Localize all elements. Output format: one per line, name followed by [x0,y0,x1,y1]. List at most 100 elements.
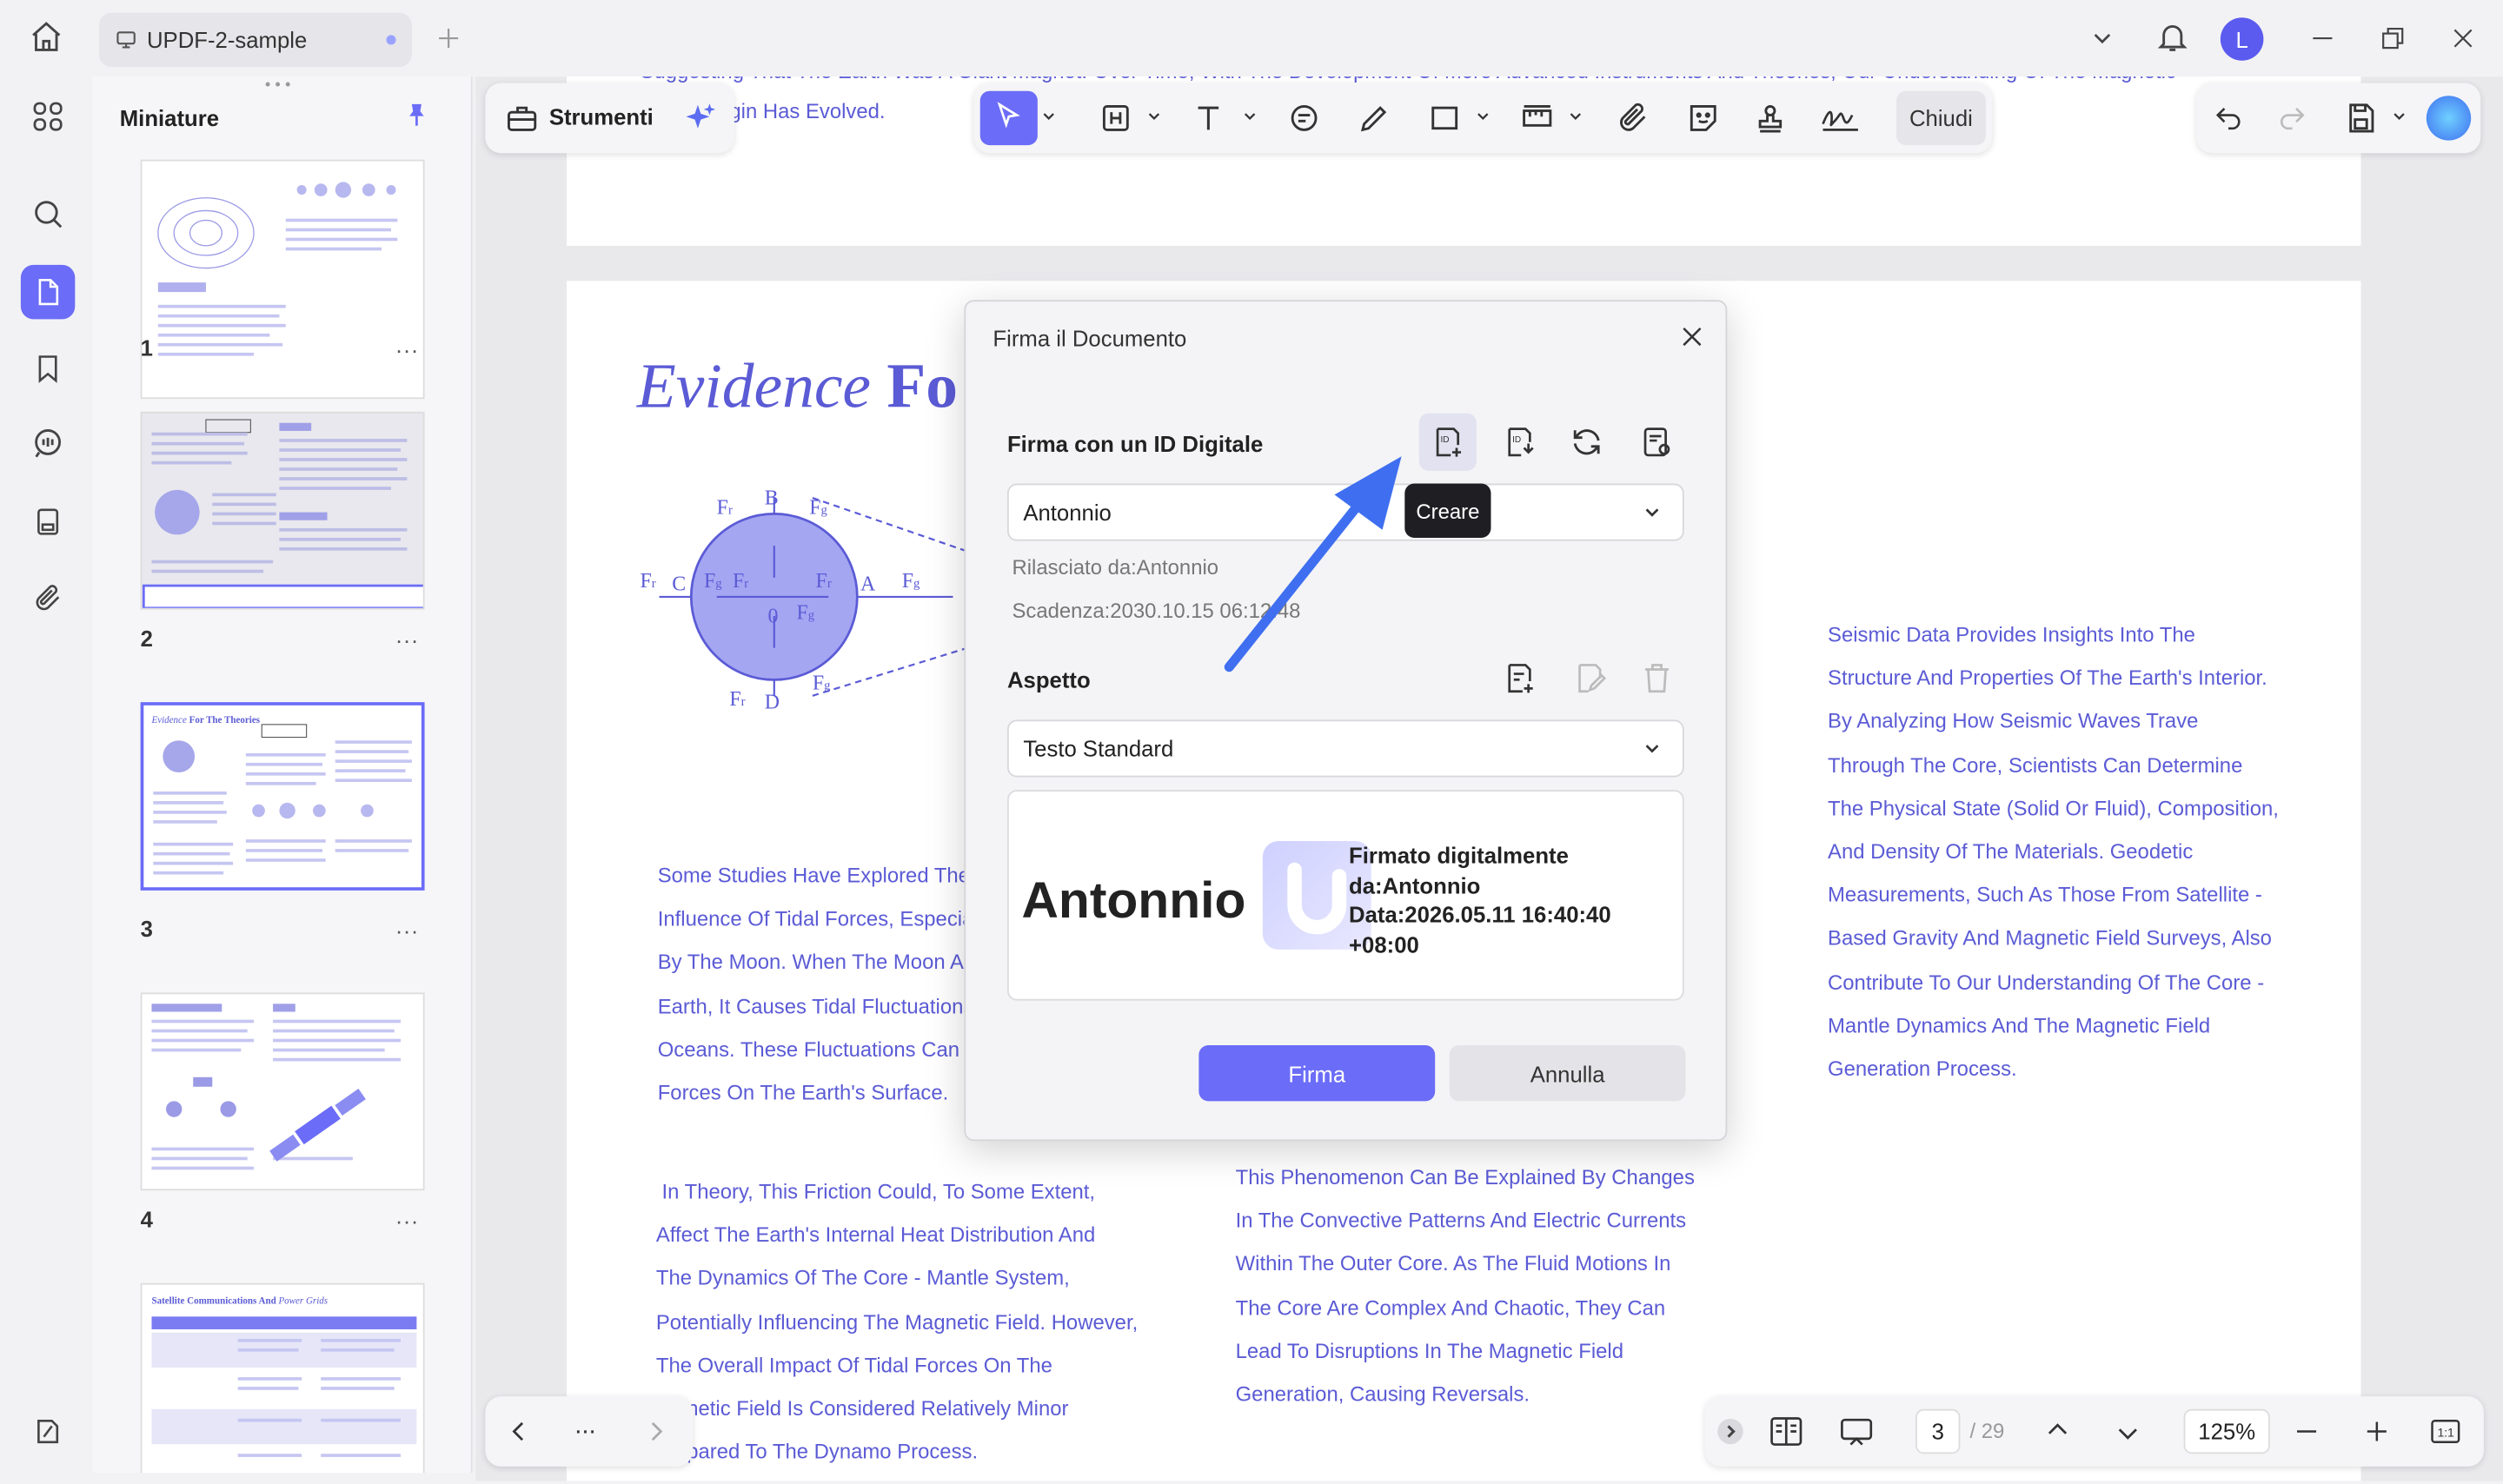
stamp-icon[interactable] [1753,101,1788,136]
save-icon[interactable] [2343,101,2378,136]
forms-icon[interactable] [21,494,75,548]
chevron-down-icon[interactable] [1475,109,1491,124]
bookmark-icon[interactable] [21,341,75,395]
appearance-select[interactable]: Testo Standard [1006,719,1684,778]
comment-icon[interactable] [1286,101,1321,136]
appearance-heading: Aspetto [1006,666,1091,693]
tab-title: UPDF-2-sample [146,27,308,53]
add-appearance-icon[interactable] [1502,660,1537,695]
sign-button[interactable]: Firma [1198,1045,1436,1102]
measure-icon[interactable] [1520,101,1555,136]
label-o: 0 [767,605,778,627]
close-window-icon[interactable] [2448,24,2477,53]
toolbox-icon[interactable] [504,101,539,136]
thumbnail-page-2[interactable] [140,411,425,610]
chevron-down-icon[interactable] [1242,109,1258,124]
new-tab-icon[interactable] [435,24,463,53]
label-a: A [860,573,876,596]
sticker-icon[interactable] [1686,101,1721,136]
signature-icon[interactable] [1820,101,1862,136]
close-toolbar-button[interactable]: Chiudi [1896,90,1986,146]
thumbnail-page-1[interactable] [140,159,425,400]
page-text-line: In Theory, This Friction Could, To Some … [655,1179,1096,1203]
page-text-line: Generation Process. [1828,1056,2017,1081]
attachment-icon[interactable] [21,572,75,626]
preview-name: Antonnio [1021,871,1246,929]
chevron-left-icon[interactable] [504,1417,533,1446]
preview-line: +08:00 [1349,931,1419,957]
create-id-button[interactable]: ID [1418,413,1477,471]
rectangle-icon[interactable] [1427,101,1462,136]
chevron-down-icon[interactable] [2391,109,2407,124]
minimize-icon[interactable] [2308,24,2337,53]
page-text-line: Structure And Properties Of The Earth's … [1828,666,2267,690]
import-id-icon[interactable]: ID [1502,425,1537,460]
page-layout-icon[interactable] [1769,1415,1803,1448]
chevron-up-icon[interactable] [2043,1415,2072,1444]
bell-icon[interactable] [2155,19,2190,54]
page-text-line: This Phenomenon Can Be Explained By Chan… [1235,1164,1695,1189]
page-nav-bar: 3 / 29 125% 1:1 [1704,1396,2484,1467]
pencil-icon[interactable] [1357,101,1391,136]
page-text-line: Contribute To Our Understanding Of The C… [1828,970,2265,994]
page-text-line: Influence Of Tidal Forces, Especia [657,906,974,931]
close-icon[interactable] [1677,322,1706,351]
label-b: B [765,487,779,509]
preview-line: Data:2026.05.11 16:40:40 [1349,901,1611,928]
more-button[interactable]: ... [574,1412,596,1441]
comments-icon[interactable] [21,416,75,470]
ai-assistant-icon[interactable] [2426,96,2472,141]
home-icon[interactable] [29,19,63,54]
apps-grid-icon[interactable] [21,89,75,143]
page-1-more-button[interactable]: ... [396,332,420,357]
avatar[interactable]: L [2220,17,2264,61]
zoom-in-icon[interactable] [2362,1417,2391,1446]
heading-bold: Fo [886,349,959,421]
page-text-line: Generation, Causing Reversals. [1235,1381,1530,1407]
ai-sparkle-icon[interactable] [683,101,718,136]
collapse-button[interactable] [1717,1418,1743,1445]
chevron-down-icon[interactable] [2088,24,2116,53]
zoom-out-icon[interactable] [2293,1417,2321,1446]
signature-preview: Antonnio Firmato digitalmente da:Antonni… [1006,790,1684,1001]
sign-document-dialog: Firma il Documento Firma con un ID Digit… [964,300,1728,1142]
refresh-icon[interactable] [1569,425,1603,460]
page-text-line: Measurements, Such As Those From Satelli… [1828,883,2262,907]
thumbnail-page-3[interactable]: Evidence For The Theories [140,702,425,891]
zoom-input[interactable]: 125% [2183,1408,2270,1454]
cursor-icon[interactable] [993,101,1025,133]
left-column-2: In Theory, This Friction Could, To Some … [656,1169,1138,1474]
restore-icon[interactable] [2379,24,2407,53]
presentation-icon[interactable] [1839,1415,1874,1448]
text-icon[interactable] [1191,101,1225,136]
page-2-more-button[interactable]: ... [396,622,420,647]
search-icon[interactable] [21,187,75,241]
thumbnails-icon[interactable] [20,264,76,320]
appearance-select-value: Testo Standard [1023,735,1174,762]
chevron-down-icon[interactable] [1041,109,1057,124]
chevron-right-icon[interactable] [641,1417,670,1446]
view-id-icon[interactable] [1639,425,1674,460]
redo-icon[interactable] [2276,101,2308,133]
resize-handle[interactable]: • • • [265,76,291,94]
document-tab[interactable]: UPDF-2-sample [98,12,412,68]
page-text-line: Affect The Earth's Internal Heat Distrib… [655,1222,1096,1247]
actual-size-icon[interactable]: 1:1 [2429,1415,2461,1448]
total-pages: / 29 [1969,1418,2005,1443]
chevron-down-icon[interactable] [2114,1419,2142,1448]
thumbnail-page-5[interactable]: Satellite Communications And Power Grids [140,1282,425,1474]
layers-icon[interactable] [21,1404,75,1458]
page-4-more-button[interactable]: ... [396,1203,420,1229]
page-number-input[interactable]: 3 [1915,1408,1961,1454]
tools-label[interactable]: Strumenti [549,103,654,129]
thumbnail-page-4[interactable] [140,992,425,1191]
chevron-down-icon[interactable] [1568,109,1583,124]
highlight-icon[interactable] [1099,101,1133,136]
pin-icon[interactable] [402,101,431,129]
chevron-down-icon[interactable] [1146,109,1162,124]
undo-icon[interactable] [2213,101,2245,133]
page-3-more-button[interactable]: ... [396,913,420,938]
paperclip-icon[interactable] [1616,101,1650,136]
annotation-toolbar: Chiudi [973,83,1993,154]
cancel-button[interactable]: Annulla [1449,1045,1686,1102]
